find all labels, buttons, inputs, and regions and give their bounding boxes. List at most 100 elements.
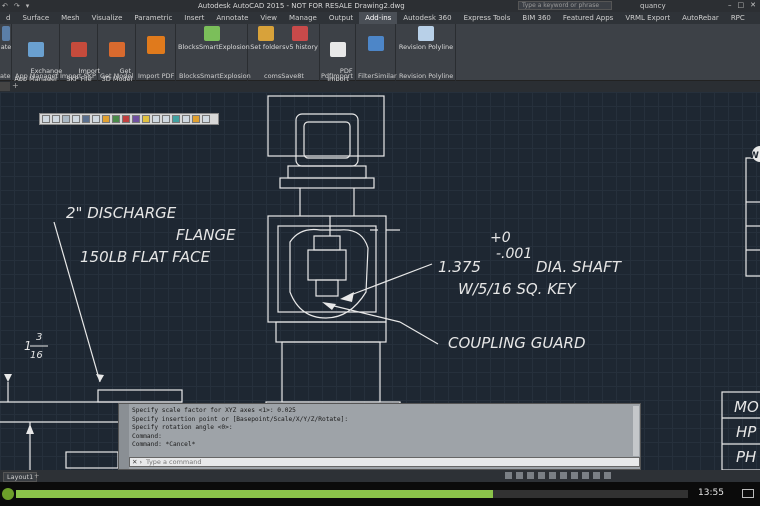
workspace-icon[interactable] xyxy=(582,472,589,479)
minimize-icon[interactable]: – xyxy=(728,1,732,9)
toolbar-icon[interactable] xyxy=(102,115,110,123)
toolbar-icon[interactable] xyxy=(72,115,80,123)
sv5-history-button[interactable]: sv5 history xyxy=(282,26,318,51)
command-scrollbar[interactable] xyxy=(633,406,639,456)
key-label: W/5/16 SQ. KEY xyxy=(458,280,578,298)
coupling-leader-b xyxy=(325,303,401,323)
shaft-label: DIA. SHAFT xyxy=(536,258,623,276)
arrowhead xyxy=(340,292,354,302)
polar-icon[interactable] xyxy=(538,472,545,479)
toolbar-icon[interactable] xyxy=(142,115,150,123)
toolbar-icon[interactable] xyxy=(42,115,50,123)
toolbar-icon[interactable] xyxy=(82,115,90,123)
toolbar-icon[interactable] xyxy=(182,115,190,123)
play-button[interactable] xyxy=(2,488,14,500)
command-window: Specify scale factor for XYZ axes <1>: 0… xyxy=(118,403,641,470)
arrowhead xyxy=(322,302,336,310)
toolbar-icon[interactable] xyxy=(192,115,200,123)
grid-icon[interactable] xyxy=(505,472,512,479)
discharge-flange xyxy=(97,389,183,403)
discharge-label-1: 2" DISCHARGE xyxy=(66,204,177,222)
toolbar-icon[interactable] xyxy=(162,115,170,123)
window-controls: – □ ✕ xyxy=(728,1,756,9)
tab-insert[interactable]: Insert xyxy=(178,12,210,24)
status-bar: Layout1 + xyxy=(0,470,760,482)
tab-add-ins[interactable]: Add-ins xyxy=(359,12,398,24)
history-line: Command: *Cancel* xyxy=(132,441,196,448)
timestamp: 13:55 xyxy=(698,488,724,498)
tab-express-tools[interactable]: Express Tools xyxy=(458,12,517,24)
panel-import-pdf: Import PDF xyxy=(136,24,176,81)
command-history: Specify scale factor for XYZ axes <1>: 0… xyxy=(132,407,348,450)
user-name[interactable]: quancy xyxy=(640,2,666,10)
search-input[interactable]: Type a keyword or phrase xyxy=(518,1,612,10)
quick-access-toolbar: ↶ ↷ ▾ xyxy=(2,2,29,10)
close-icon[interactable]: ✕ › xyxy=(132,458,142,466)
ortho-icon[interactable] xyxy=(527,472,534,479)
adapter-flange xyxy=(279,177,375,189)
tab-mesh[interactable]: Mesh xyxy=(55,12,85,24)
tab-featured-apps[interactable]: Featured Apps xyxy=(557,12,619,24)
panel-label: Import SKP xyxy=(60,72,96,80)
set-folder-button[interactable]: Set folder xyxy=(250,26,282,51)
panel-label: App Manager xyxy=(15,72,59,80)
panel-blocks-smart-explosion: BlocksSmartExplosion BlocksSmartExplosio… xyxy=(176,24,251,81)
ate-button[interactable]: ate xyxy=(0,26,12,51)
close-icon[interactable]: ✕ xyxy=(750,1,756,9)
toolbar-icon[interactable] xyxy=(152,115,160,123)
osnap-icon[interactable] xyxy=(549,472,556,479)
toolbar-icon[interactable] xyxy=(92,115,100,123)
coupling-upper xyxy=(313,235,341,251)
toolbar-icon[interactable] xyxy=(122,115,130,123)
tab-surface[interactable]: Surface xyxy=(16,12,55,24)
toolbar-icon[interactable] xyxy=(172,115,180,123)
tab-view[interactable]: View xyxy=(254,12,283,24)
tab-vrml-export[interactable]: VRML Export xyxy=(619,12,676,24)
toolbar-icon[interactable] xyxy=(52,115,60,123)
tab-autodesk-360[interactable]: Autodesk 360 xyxy=(397,12,457,24)
discharge-leader xyxy=(53,221,101,383)
lineweight-icon[interactable] xyxy=(560,472,567,479)
toolbar-icon[interactable] xyxy=(62,115,70,123)
undo-icon[interactable]: ↶ xyxy=(2,2,8,10)
progress-track[interactable] xyxy=(16,490,688,498)
tab-annotate[interactable]: Annotate xyxy=(210,12,254,24)
panel-pdfimport: PDF Import PdfImport xyxy=(320,24,356,83)
tab-d[interactable]: d xyxy=(0,12,16,24)
floating-toolbar[interactable] xyxy=(39,113,219,125)
tab-rpc[interactable]: RPC xyxy=(725,12,751,24)
redo-icon[interactable]: ↷ xyxy=(14,2,20,10)
command-input[interactable]: ✕ › Type a command xyxy=(129,457,640,467)
toolbar-icon[interactable] xyxy=(112,115,120,123)
tab-visualize[interactable]: Visualize xyxy=(86,12,129,24)
tab-autorebar[interactable]: AutoRebar xyxy=(676,12,725,24)
start-tab[interactable] xyxy=(0,82,10,91)
import-pdf-button[interactable] xyxy=(146,36,166,56)
annotation-icon[interactable] xyxy=(571,472,578,479)
new-tab-icon[interactable]: + xyxy=(12,81,19,90)
add-layout-icon[interactable]: + xyxy=(34,472,39,480)
dropdown-icon[interactable]: ▾ xyxy=(26,2,30,10)
command-window-grip[interactable] xyxy=(119,404,129,469)
file-tabs: + xyxy=(0,81,760,92)
fullscreen-icon[interactable] xyxy=(742,489,754,498)
tab-layout1[interactable]: Layout1 xyxy=(3,472,38,482)
window-title: Autodesk AutoCAD 2015 - NOT FOR RESALE D… xyxy=(198,2,405,10)
maximize-icon[interactable]: □ xyxy=(738,1,745,9)
fullscreen-icon[interactable] xyxy=(604,472,611,479)
revision-cloud-icon xyxy=(418,26,434,41)
tab-bim-360[interactable]: BIM 360 xyxy=(516,12,557,24)
filter-similar-button[interactable] xyxy=(368,36,384,53)
tab-parametric[interactable]: Parametric xyxy=(128,12,178,24)
blocks-smart-explosion-button[interactable]: BlocksSmartExplosion xyxy=(178,26,250,51)
history-line: Specify scale factor for XYZ axes <1>: 0… xyxy=(132,407,296,414)
tab-output[interactable]: Output xyxy=(323,12,359,24)
tab-manage[interactable]: Manage xyxy=(283,12,323,24)
toolbar-icon[interactable] xyxy=(202,115,210,123)
settings-icon[interactable] xyxy=(593,472,600,479)
progress-fill xyxy=(16,490,494,498)
revision-polyline-button[interactable]: Revision Polyline xyxy=(398,26,454,51)
toolbar-icon[interactable] xyxy=(132,115,140,123)
snap-icon[interactable] xyxy=(516,472,523,479)
motor-window-inner xyxy=(303,121,351,159)
